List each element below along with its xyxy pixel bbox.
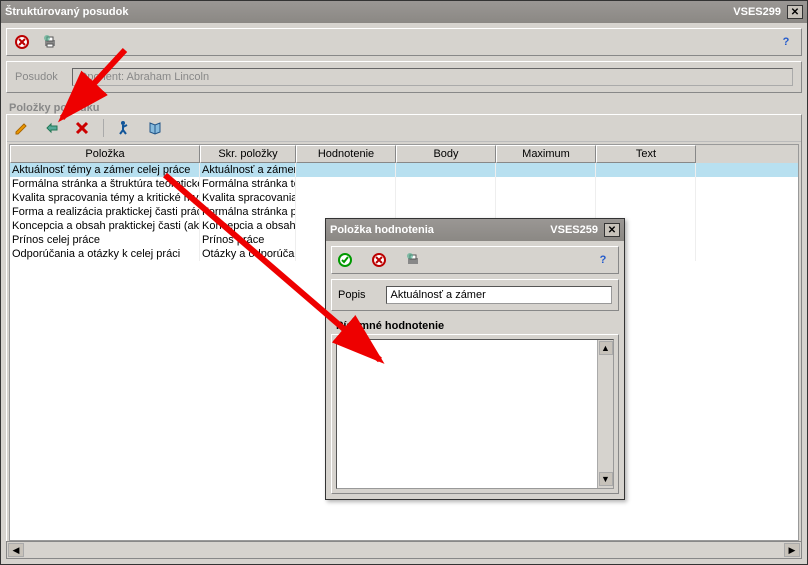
col-header[interactable]: Body (396, 145, 496, 163)
popis-row: Popis Aktuálnosť a zámer (331, 279, 619, 311)
grid-header-row: Položka Skr. položky Hodnotenie Body Max… (10, 145, 798, 163)
main-toolbar: ? (6, 28, 802, 56)
horizontal-scrollbar[interactable]: ◀ ▶ (6, 541, 802, 559)
close-icon[interactable]: ✕ (604, 223, 620, 237)
cell-hodnotenie (296, 163, 396, 177)
cell-maximum (496, 163, 596, 177)
item-dialog: Položka hodnotenia VSES259 ✕ ? Popis Akt… (325, 218, 625, 500)
popis-label: Popis (338, 289, 366, 301)
cell-polozka: Koncepcia a obsah praktickej časti (akt (10, 219, 200, 233)
items-section-label: Položky posudku (1, 98, 807, 114)
vertical-scrollbar[interactable]: ▲ ▼ (597, 340, 613, 488)
cell-skratka: Koncepcia a obsah (200, 219, 296, 233)
cell-skratka: Kvalita spracovania (200, 191, 296, 205)
print-icon[interactable] (404, 251, 422, 269)
help-icon[interactable]: ? (777, 33, 795, 51)
evaluation-textarea[interactable]: ▲ ▼ (336, 339, 614, 489)
run-icon[interactable] (116, 119, 134, 137)
close-icon[interactable]: ✕ (787, 5, 803, 19)
popis-input[interactable]: Aktuálnosť a zámer (386, 286, 612, 304)
col-header[interactable]: Skr. položky (200, 145, 296, 163)
textarea-panel: ▲ ▼ (331, 334, 619, 494)
scroll-up-icon[interactable]: ▲ (599, 341, 613, 355)
col-header[interactable]: Maximum (496, 145, 596, 163)
cell-body (396, 177, 496, 191)
dialog-code: VSES259 (550, 224, 598, 236)
table-row[interactable]: Forma a realizácia praktickej časti prác… (10, 205, 798, 219)
print-icon[interactable] (41, 33, 59, 51)
cell-maximum (496, 205, 596, 219)
window-title: Štruktúrovaný posudok (5, 6, 128, 18)
dialog-titlebar: Položka hodnotenia VSES259 ✕ (326, 219, 624, 241)
col-header[interactable]: Text (596, 145, 696, 163)
posudok-panel: Posudok Oponent: Abraham Lincoln (6, 61, 802, 93)
cell-polozka: Kvalita spracovania témy a kritické mys (10, 191, 200, 205)
delete-icon[interactable] (73, 119, 91, 137)
cell-body (396, 191, 496, 205)
help-icon[interactable]: ? (594, 251, 612, 269)
cancel-icon[interactable] (13, 33, 31, 51)
cell-polozka: Formálna stránka a štruktúra teoretickej (10, 177, 200, 191)
col-header[interactable]: Hodnotenie (296, 145, 396, 163)
cell-skratka: Aktuálnosť a zámer (200, 163, 296, 177)
table-row[interactable]: Formálna stránka a štruktúra teoretickej… (10, 177, 798, 191)
cell-text (596, 205, 696, 219)
posudok-label: Posudok (15, 71, 58, 83)
cell-skratka: Prínos práce (200, 233, 296, 247)
cell-skratka: Otázky a odporúčan (200, 247, 296, 261)
cell-text (596, 177, 696, 191)
written-eval-label: Písomné hodnotenie (326, 316, 624, 334)
col-header[interactable]: Položka (10, 145, 200, 163)
cell-maximum (496, 191, 596, 205)
cell-body (396, 163, 496, 177)
cell-skratka: Formálna stránka pr (200, 205, 296, 219)
cell-polozka: Prínos celej práce (10, 233, 200, 247)
cell-hodnotenie (296, 177, 396, 191)
ok-icon[interactable] (336, 251, 354, 269)
cell-hodnotenie (296, 205, 396, 219)
scroll-left-icon[interactable]: ◀ (8, 543, 24, 557)
edit-icon[interactable] (13, 119, 31, 137)
book-icon[interactable] (146, 119, 164, 137)
main-titlebar: Štruktúrovaný posudok VSES299 ✕ (1, 1, 807, 23)
table-row[interactable]: Aktuálnosť témy a zámer celej práceAktuá… (10, 163, 798, 177)
cell-maximum (496, 177, 596, 191)
cell-text (596, 191, 696, 205)
items-toolbar (7, 115, 801, 142)
table-row[interactable]: Kvalita spracovania témy a kritické mysK… (10, 191, 798, 205)
cell-polozka: Aktuálnosť témy a zámer celej práce (10, 163, 200, 177)
scroll-right-icon[interactable]: ▶ (784, 543, 800, 557)
cell-polozka: Forma a realizácia praktickej časti prác (10, 205, 200, 219)
posudok-value: Oponent: Abraham Lincoln (72, 68, 793, 86)
cell-body (396, 205, 496, 219)
scroll-down-icon[interactable]: ▼ (599, 472, 613, 486)
cell-polozka: Odporúčania a otázky k celej práci (10, 247, 200, 261)
window-code: VSES299 (733, 6, 781, 18)
submit-icon[interactable] (43, 119, 61, 137)
cell-skratka: Formálna stránka te (200, 177, 296, 191)
cell-hodnotenie (296, 191, 396, 205)
cell-text (596, 163, 696, 177)
dialog-title: Položka hodnotenia (330, 224, 434, 236)
dialog-toolbar: ? (331, 246, 619, 274)
cancel-icon[interactable] (370, 251, 388, 269)
